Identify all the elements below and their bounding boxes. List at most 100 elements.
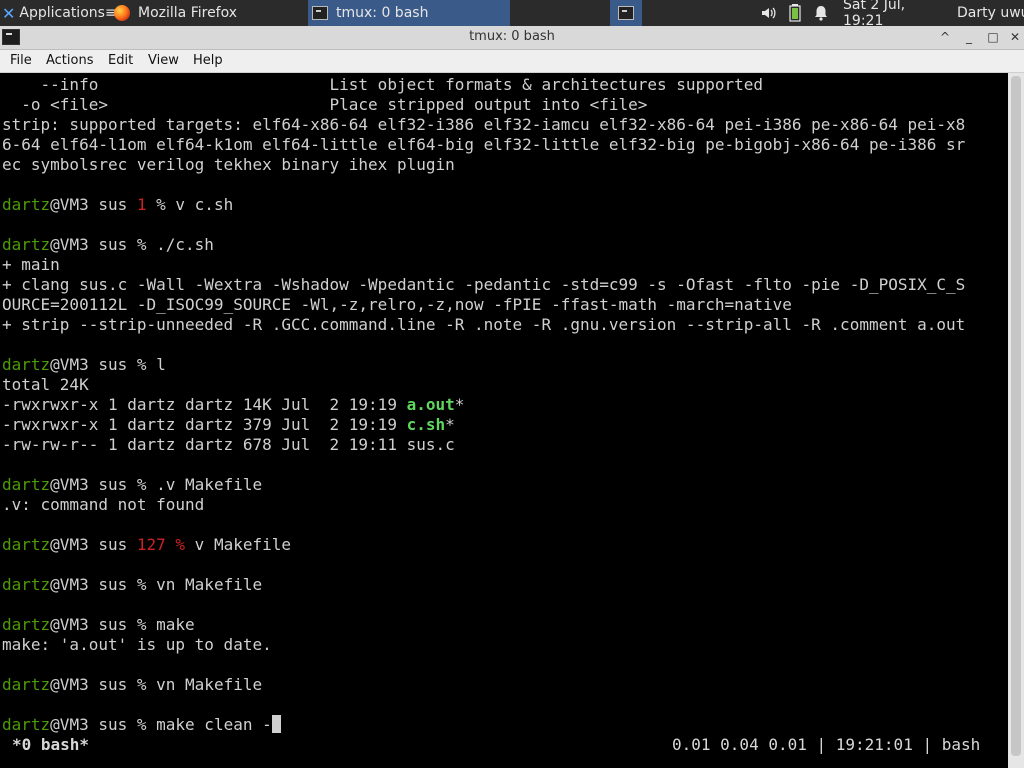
prompt-user: dartz [2,615,51,634]
prompt-host: @VM3 sus [50,475,137,494]
maximize-button[interactable]: □ [984,29,1002,45]
command-text: v Makefile [194,535,291,554]
command-input[interactable]: make clean - [156,715,272,734]
command-text: v c.sh [175,195,234,214]
prompt-user: dartz [2,475,51,494]
prompt-user: dartz [2,195,51,214]
prompt-line: dartz@VM3 sus % l [2,355,166,375]
prompt-char: % [156,195,176,214]
command-text: ./c.sh [156,235,214,254]
taskbar-firefox-label: Mozilla Firefox [138,5,238,21]
window-title: tmux: 0 bash [469,29,555,44]
prompt-user: dartz [2,355,51,374]
prompt-host: @VM3 sus [50,575,137,594]
command-text: vn Makefile [156,575,263,594]
scrollbar-thumb[interactable] [1011,76,1021,756]
output-line: total 24K [2,375,89,394]
prompt-char: % [136,615,157,634]
menu-edit[interactable]: Edit [108,50,133,72]
prompt-host: @VM3 sus [50,615,137,634]
shade-button[interactable]: ^ [936,29,954,45]
prompt-user: dartz [2,535,51,554]
applications-label: Applications [19,5,105,21]
output-line: ec symbolsrec verilog tekhex binary ihex… [2,155,455,174]
prompt-char: % [136,355,157,374]
command-text: .v Makefile [156,475,263,494]
file-listing-row: -rwxrwxr-x 1 dartz dartz 379 Jul 2 19:19… [2,415,455,435]
applications-menu-button[interactable]: ✕ Applications ≡ [0,0,117,26]
terminal-icon[interactable] [2,29,20,45]
file-name: sus.c [406,435,455,454]
output-line: 6-64 elf64-l1om elf64-k1om elf64-little … [2,135,966,154]
output-line: + strip --strip-unneeded -R .GCC.command… [2,315,966,334]
output-line: + clang sus.c -Wall -Wextra -Wshadow -Wp… [2,275,966,294]
prompt-line: dartz@VM3 sus % vn Makefile [2,575,262,595]
file-meta: -rwxrwxr-x 1 dartz dartz 379 Jul 2 19:19 [2,415,407,434]
prompt-line: dartz@VM3 sus % vn Makefile [2,675,262,695]
menu-actions[interactable]: Actions [46,50,94,72]
prompt-line: dartz@VM3 sus 1 % v c.sh [2,195,233,215]
prompt-char: % [136,235,157,254]
prompt-user: dartz [2,575,51,594]
file-suffix: * [445,415,455,434]
menu-file[interactable]: File [10,50,32,72]
file-listing-row: -rw-rw-r-- 1 dartz dartz 678 Jul 2 19:11… [2,435,455,455]
prompt-line-current[interactable]: dartz@VM3 sus % make clean - [2,715,281,735]
notification-bell-icon[interactable] [813,0,829,26]
tmux-status-bar: *0 bash* 0.01 0.04 0.01 | 19:21:01 | bas… [0,735,1008,755]
file-meta: -rw-rw-r-- 1 dartz dartz 678 Jul 2 19:11 [2,435,407,454]
prompt-host: @VM3 sus [50,195,137,214]
file-listing-row: -rwxrwxr-x 1 dartz dartz 14K Jul 2 19:19… [2,395,464,415]
file-name: c.sh [406,415,446,434]
prompt-char: % [136,675,157,694]
prompt-host: @VM3 sus [50,535,137,554]
prompt-host: @VM3 sus [50,355,137,374]
output-line: make: 'a.out' is up to date. [2,635,272,654]
prompt-char: % [175,535,195,554]
volume-icon[interactable] [760,0,776,26]
output-line: + main [2,255,60,274]
taskbar-tmux-label: tmux: 0 bash [336,5,429,21]
output-line: --info List object formats & architectur… [2,75,763,94]
file-suffix: * [454,395,465,414]
tmux-status-right: 0.01 0.04 0.01 | 19:21:01 | bash [672,735,981,754]
user-menu[interactable]: Darty uwu [957,0,1024,26]
file-meta: -rwxrwxr-x 1 dartz dartz 14K Jul 2 19:19 [2,395,407,414]
command-text: make [156,615,195,634]
command-text: vn Makefile [156,675,263,694]
prompt-line: dartz@VM3 sus % .v Makefile [2,475,262,495]
menu-help[interactable]: Help [193,50,223,72]
taskbar-firefox[interactable]: Mozilla Firefox [112,0,310,26]
close-button[interactable]: ✕ [1006,29,1024,45]
window-titlebar[interactable]: tmux: 0 bash ^ _ □ ✕ [0,26,1024,50]
menu-view[interactable]: View [148,50,179,72]
clock[interactable]: Sat 2 Jul, 19:21 [843,0,947,29]
taskbar-tmux[interactable]: tmux: 0 bash [308,0,510,26]
prompt-char: % [136,575,157,594]
terminal-output[interactable]: --info List object formats & architectur… [0,73,1008,768]
prompt-user: dartz [2,235,51,254]
menu-bar: File Actions Edit View Help [0,50,1024,73]
output-line: OURCE=200112L -D_ISOC99_SOURCE -Wl,-z,re… [2,295,792,314]
terminal-icon [618,6,634,20]
exit-status: 1 [136,195,157,214]
prompt-host: @VM3 sus [50,675,137,694]
output-line: -o <file> Place stripped output into <fi… [2,95,648,114]
prompt-user: dartz [2,715,51,734]
prompt-host: @VM3 sus [50,235,137,254]
minimize-button[interactable]: _ [960,29,978,45]
battery-icon[interactable] [789,0,801,26]
top-panel: ✕ Applications ≡ Mozilla Firefox tmux: 0… [0,0,1024,29]
file-name: a.out [406,395,455,414]
exit-status: 127 [136,535,176,554]
command-text: l [156,355,166,374]
xfce-logo-icon: ✕ [2,3,16,23]
prompt-user: dartz [2,675,51,694]
text-cursor [271,715,281,733]
terminal-icon [312,6,328,20]
output-line: .v: command not found [2,495,205,514]
prompt-char: % [136,715,157,734]
workspace-terminal-button[interactable] [610,0,642,26]
prompt-char: % [136,475,157,494]
tmux-window-tab[interactable]: *0 bash* [12,735,89,755]
